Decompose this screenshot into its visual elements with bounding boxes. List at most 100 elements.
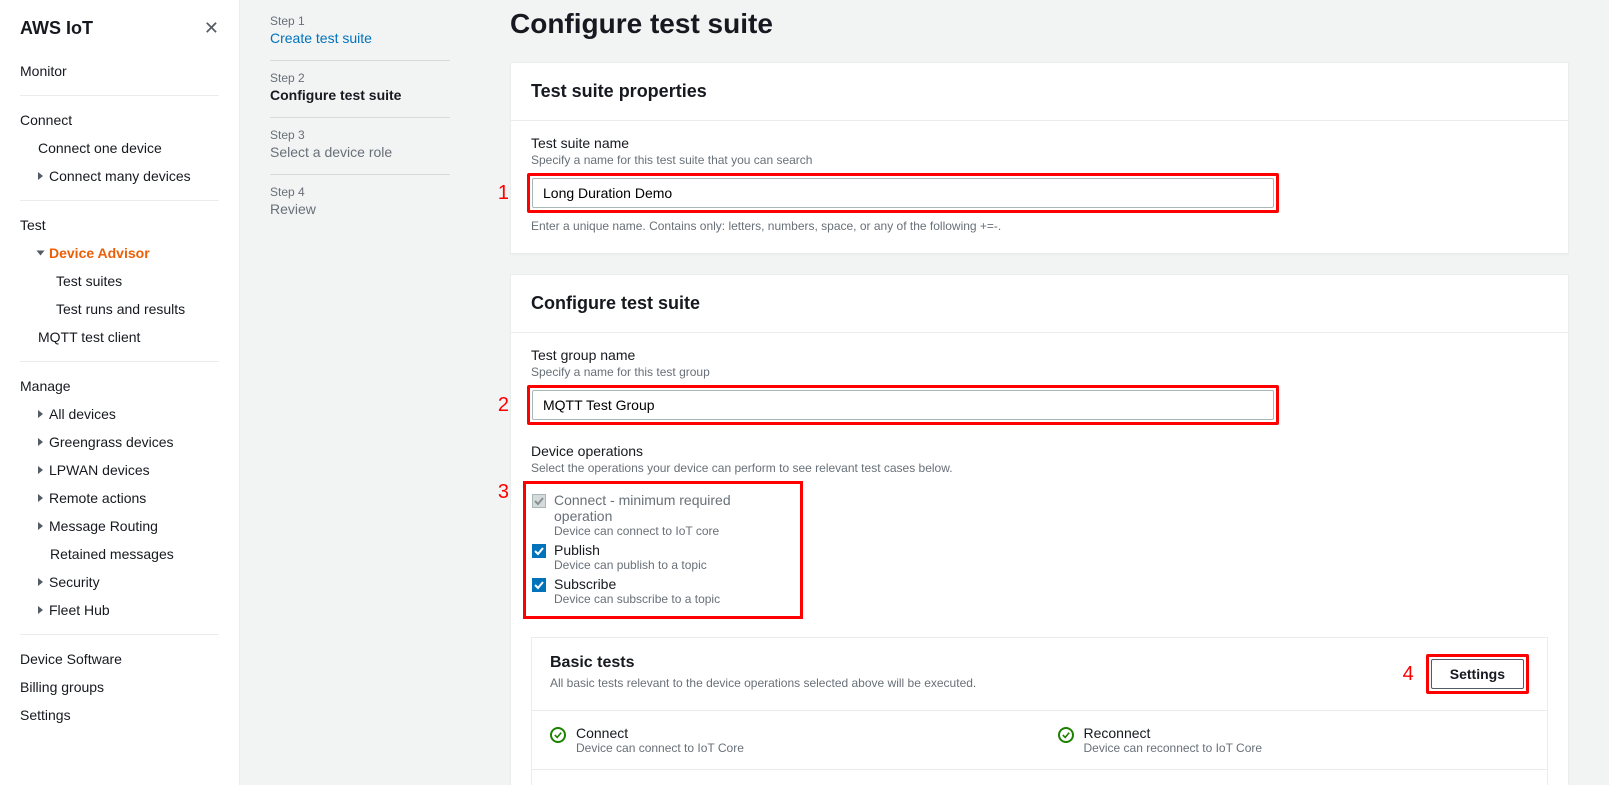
caret-right-icon (38, 578, 43, 586)
panel-configure-test-suite: Configure test suite Test group name Spe… (510, 274, 1569, 785)
caret-right-icon (38, 606, 43, 614)
suite-name-input[interactable] (532, 178, 1274, 208)
sidebar-heading-connect: Connect (20, 106, 219, 134)
divider (20, 95, 219, 96)
test-desc: Device can connect to IoT Core (576, 741, 744, 755)
checkbox-publish[interactable]: Publish Device can publish to a topic (532, 542, 790, 572)
sidebar-heading-manage: Manage (20, 372, 219, 400)
panel-title: Configure test suite (531, 293, 1548, 314)
sidebar-item-connect-one[interactable]: Connect one device (20, 134, 219, 162)
sidebar-item-remote[interactable]: Remote actions (20, 484, 219, 512)
annotation-box-1 (527, 173, 1279, 213)
basic-tests-title: Basic tests (550, 654, 976, 672)
sidebar-item-fleethub[interactable]: Fleet Hub (20, 596, 219, 624)
panel-test-suite-properties: Test suite properties Test suite name Sp… (510, 62, 1569, 254)
step-4: Step 4 Review (270, 175, 450, 231)
caret-right-icon (38, 466, 43, 474)
sidebar-item-label: Connect many devices (49, 168, 191, 184)
checkbox-label: Subscribe (554, 576, 720, 592)
sidebar-item-device-advisor[interactable]: Device Advisor (20, 239, 219, 267)
sidebar-item-billing[interactable]: Billing groups (20, 673, 219, 701)
sidebar-item-settings[interactable]: Settings (20, 701, 219, 729)
suite-name-label: Test suite name (531, 135, 1548, 151)
sidebar-item-label: Security (49, 574, 100, 590)
caret-right-icon (38, 410, 43, 418)
step-title: Review (270, 201, 450, 217)
sidebar-item-connect-many[interactable]: Connect many devices (20, 162, 219, 190)
sidebar-item-label: All devices (49, 406, 116, 422)
caret-right-icon (38, 522, 43, 530)
step-number: Step 1 (270, 14, 450, 28)
page-title: Configure test suite (510, 8, 1569, 40)
sidebar: AWS IoT ✕ Monitor Connect Connect one de… (0, 0, 240, 785)
sidebar-item-test-runs[interactable]: Test runs and results (20, 295, 219, 323)
divider (20, 634, 219, 635)
checkbox-desc: Device can publish to a topic (554, 558, 707, 572)
sidebar-item-mqtt-client[interactable]: MQTT test client (20, 323, 219, 351)
group-name-input[interactable] (532, 390, 1274, 420)
checkbox-connect: Connect - minimum required operation Dev… (532, 492, 790, 538)
group-name-label: Test group name (531, 347, 1548, 363)
sidebar-item-device-software[interactable]: Device Software (20, 645, 219, 673)
test-reconnect: ReconnectDevice can reconnect to IoT Cor… (1040, 711, 1548, 769)
annotation-box-4: Settings (1426, 654, 1529, 694)
step-number: Step 3 (270, 128, 450, 142)
sidebar-title: AWS IoT (20, 18, 93, 39)
panel-title: Test suite properties (531, 81, 1548, 102)
check-circle-icon (1058, 727, 1074, 743)
step-number: Step 4 (270, 185, 450, 199)
test-connect: ConnectDevice can connect to IoT Core (532, 711, 1040, 769)
device-operations-label: Device operations (531, 443, 1548, 459)
checkbox-label: Publish (554, 542, 707, 558)
step-title: Select a device role (270, 144, 450, 160)
step-title: Configure test suite (270, 87, 450, 103)
sidebar-item-greengrass[interactable]: Greengrass devices (20, 428, 219, 456)
settings-button[interactable]: Settings (1431, 659, 1524, 689)
group-name-helper: Specify a name for this test group (531, 365, 1548, 379)
test-title: Reconnect (1084, 725, 1263, 741)
sidebar-item-security[interactable]: Security (20, 568, 219, 596)
step-title: Create test suite (270, 30, 450, 46)
test-title: Connect (576, 725, 744, 741)
sidebar-item-monitor[interactable]: Monitor (20, 57, 219, 85)
sidebar-item-test-suites[interactable]: Test suites (20, 267, 219, 295)
checkbox-icon (532, 544, 546, 558)
annotation-number-1: 1 (495, 182, 509, 205)
divider (20, 200, 219, 201)
sidebar-item-label: Fleet Hub (49, 602, 110, 618)
step-1[interactable]: Step 1 Create test suite (270, 4, 450, 61)
caret-right-icon (38, 438, 43, 446)
annotation-number-2: 2 (495, 394, 509, 417)
sidebar-item-retained[interactable]: Retained messages (20, 540, 219, 568)
checkbox-icon (532, 494, 546, 508)
caret-right-icon (38, 494, 43, 502)
sidebar-item-routing[interactable]: Message Routing (20, 512, 219, 540)
close-icon[interactable]: ✕ (204, 18, 219, 39)
test-desc: Device can reconnect to IoT Core (1084, 741, 1263, 755)
annotation-number-4: 4 (1403, 663, 1414, 686)
test-subscribe: SubscribeDevice can subscribe to topics (1040, 769, 1548, 785)
annotation-box-3: Connect - minimum required operation Dev… (523, 481, 803, 619)
checkbox-desc: Device can connect to IoT core (554, 524, 790, 538)
wizard-steps: Step 1 Create test suite Step 2 Configur… (240, 0, 470, 785)
test-publish: PublishDevice can publish to topics (532, 769, 1040, 785)
sidebar-item-label: Remote actions (49, 490, 146, 506)
suite-name-hint: Enter a unique name. Contains only: lett… (531, 219, 1548, 233)
basic-tests-subtitle: All basic tests relevant to the device o… (550, 676, 976, 690)
device-operations-helper: Select the operations your device can pe… (531, 461, 1548, 475)
basic-tests-grid: ConnectDevice can connect to IoT Core Re… (532, 711, 1547, 785)
step-number: Step 2 (270, 71, 450, 85)
step-2: Step 2 Configure test suite (270, 61, 450, 118)
suite-name-helper: Specify a name for this test suite that … (531, 153, 1548, 167)
sidebar-item-lpwan[interactable]: LPWAN devices (20, 456, 219, 484)
annotation-number-3: 3 (495, 481, 509, 504)
basic-tests-panel: Basic tests All basic tests relevant to … (531, 637, 1548, 785)
check-circle-icon (550, 727, 566, 743)
sidebar-item-label: Greengrass devices (49, 434, 174, 450)
checkbox-subscribe[interactable]: Subscribe Device can subscribe to a topi… (532, 576, 790, 606)
annotation-box-2 (527, 385, 1279, 425)
sidebar-item-all-devices[interactable]: All devices (20, 400, 219, 428)
checkbox-desc: Device can subscribe to a topic (554, 592, 720, 606)
sidebar-heading-test: Test (20, 211, 219, 239)
step-3: Step 3 Select a device role (270, 118, 450, 175)
